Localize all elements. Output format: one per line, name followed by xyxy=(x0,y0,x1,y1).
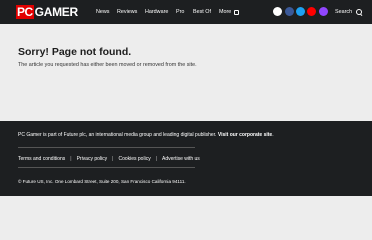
link-separator: | xyxy=(112,156,114,162)
nav-item-reviews[interactable]: Reviews xyxy=(117,0,137,24)
nav-item-hardware[interactable]: Hardware xyxy=(145,0,168,24)
nav-item-pro[interactable]: Pro xyxy=(176,0,184,24)
not-found-message: The article you requested has either bee… xyxy=(18,62,197,68)
cookies-link[interactable]: Cookies policy xyxy=(118,156,150,162)
nav-item-best-of[interactable]: Best Of xyxy=(193,0,211,24)
chevron-down-icon xyxy=(234,9,240,15)
terms-link[interactable]: Terms and conditions xyxy=(18,156,65,162)
advertise-link[interactable]: Advertise with us xyxy=(162,156,200,162)
nav-item-more[interactable]: More xyxy=(219,0,240,24)
privacy-link[interactable]: Privacy policy xyxy=(77,156,108,162)
pc-gamer-logo[interactable]: PC GAMER xyxy=(16,5,78,19)
nav-item-news[interactable]: News xyxy=(96,0,109,24)
copyright: © Future US, Inc. One Lombard Street, Su… xyxy=(18,179,186,184)
twitch-icon[interactable] xyxy=(319,7,328,16)
link-separator: | xyxy=(70,156,72,162)
corporate-site-link[interactable]: Visit our corporate site xyxy=(218,132,272,138)
logo-gamer-text: GAMER xyxy=(34,5,78,19)
footer-links: Terms and conditions | Privacy policy | … xyxy=(18,156,200,162)
top-navigation-bar: PC GAMER News Reviews Hardware Pro Best … xyxy=(0,0,372,24)
twitter-icon[interactable] xyxy=(296,7,305,16)
site-footer: PC Gamer is part of Future plc, an inter… xyxy=(0,121,372,196)
footer-divider-1 xyxy=(18,147,195,148)
logo-pc-mark: PC xyxy=(16,5,34,19)
facebook-icon[interactable] xyxy=(285,7,294,16)
link-separator: | xyxy=(155,156,158,162)
page-title: Sorry! Page not found. xyxy=(18,46,132,58)
page-bottom xyxy=(0,196,372,240)
footer-divider-2 xyxy=(18,167,195,168)
footer-about: PC Gamer is part of Future plc, an inter… xyxy=(18,132,274,138)
search-icon xyxy=(356,9,363,15)
footer-about-end: . xyxy=(272,132,274,138)
youtube-icon[interactable] xyxy=(307,7,316,16)
social-icon-1[interactable] xyxy=(273,7,282,16)
footer-about-text: PC Gamer is part of Future plc, an inter… xyxy=(18,132,218,138)
search-button[interactable]: Search xyxy=(335,0,363,24)
search-label: Search xyxy=(335,9,353,15)
